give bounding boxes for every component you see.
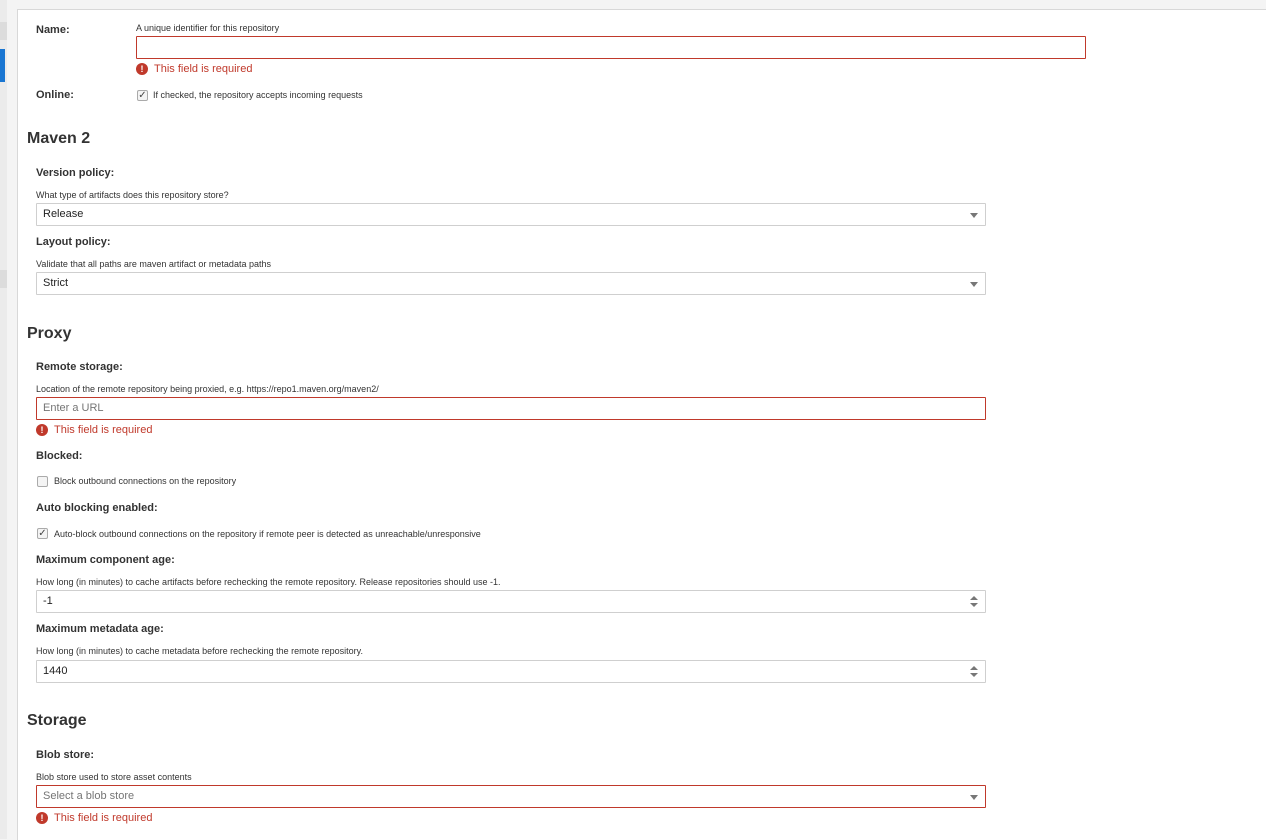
layout-policy-select[interactable]: Strict — [36, 272, 986, 295]
spinner-arrows-icon[interactable] — [970, 596, 978, 608]
name-error-text: This field is required — [154, 63, 253, 76]
blocked-checkbox-text: Block outbound connections on the reposi… — [54, 476, 237, 486]
exclamation-circle-icon: ! — [36, 812, 48, 825]
name-error: ! This field is required — [136, 62, 252, 76]
max-component-age-value: -1 — [43, 595, 53, 607]
max-metadata-age-value: 1440 — [43, 665, 68, 677]
blob-store-placeholder: Select a blob store — [43, 790, 135, 802]
blob-store-error-text: This field is required — [54, 812, 153, 825]
online-label: Online: — [36, 89, 74, 101]
blob-store-help: Blob store used to store asset contents — [36, 772, 192, 782]
auto-blocking-label: Auto blocking enabled: — [36, 502, 158, 514]
chevron-down-icon — [970, 282, 978, 287]
section-title-storage: Storage — [27, 712, 87, 729]
name-input[interactable] — [136, 36, 1086, 59]
layout-policy-value: Strict — [43, 277, 69, 289]
max-metadata-age-help: How long (in minutes) to cache metadata … — [36, 646, 363, 656]
remote-storage-input[interactable]: Enter a URL — [36, 397, 986, 420]
repository-form-panel: Name: A unique identifier for this repos… — [17, 9, 1266, 840]
exclamation-circle-icon: ! — [136, 63, 148, 76]
sidebar-divider — [0, 22, 7, 40]
name-help: A unique identifier for this repository — [136, 23, 280, 33]
remote-storage-placeholder: Enter a URL — [43, 402, 104, 414]
max-metadata-age-input[interactable]: 1440 — [36, 660, 986, 683]
auto-blocking-checkbox[interactable]: ✓ — [37, 528, 48, 539]
version-policy-label: Version policy: — [36, 167, 115, 179]
online-checkbox[interactable]: ✓ — [137, 90, 148, 101]
checkmark-icon: ✓ — [138, 90, 147, 101]
remote-storage-label: Remote storage: — [36, 361, 123, 373]
blocked-label: Blocked: — [36, 450, 83, 462]
layout-policy-help: Validate that all paths are maven artifa… — [36, 259, 271, 269]
blob-store-error: ! This field is required — [36, 811, 152, 825]
section-title-proxy: Proxy — [27, 325, 72, 342]
name-label: Name: — [36, 24, 70, 36]
blocked-checkbox[interactable] — [37, 476, 48, 487]
blob-store-label: Blob store: — [36, 749, 95, 761]
spinner-arrows-icon[interactable] — [970, 666, 978, 678]
nav-sidebar — [0, 0, 7, 839]
sidebar-divider — [0, 270, 7, 288]
max-metadata-age-label: Maximum metadata age: — [36, 623, 164, 635]
chevron-down-icon — [970, 213, 978, 218]
max-component-age-label: Maximum component age: — [36, 554, 175, 566]
remote-storage-error-text: This field is required — [54, 424, 153, 437]
version-policy-help: What type of artifacts does this reposit… — [36, 190, 229, 200]
max-component-age-input[interactable]: -1 — [36, 590, 986, 613]
exclamation-circle-icon: ! — [36, 424, 48, 437]
chevron-down-icon — [970, 795, 978, 800]
checkmark-icon: ✓ — [38, 528, 47, 539]
version-policy-select[interactable]: Release — [36, 203, 986, 226]
layout-policy-label: Layout policy: — [36, 236, 111, 248]
remote-storage-error: ! This field is required — [36, 423, 152, 437]
remote-storage-help: Location of the remote repository being … — [36, 384, 379, 394]
max-component-age-help: How long (in minutes) to cache artifacts… — [36, 577, 501, 587]
section-title-maven: Maven 2 — [27, 130, 91, 147]
auto-blocking-checkbox-text: Auto-block outbound connections on the r… — [54, 529, 481, 539]
version-policy-value: Release — [43, 208, 84, 220]
sidebar-active-indicator[interactable] — [0, 49, 5, 82]
online-checkbox-text: If checked, the repository accepts incom… — [153, 90, 363, 100]
blob-store-select[interactable]: Select a blob store — [36, 785, 986, 808]
